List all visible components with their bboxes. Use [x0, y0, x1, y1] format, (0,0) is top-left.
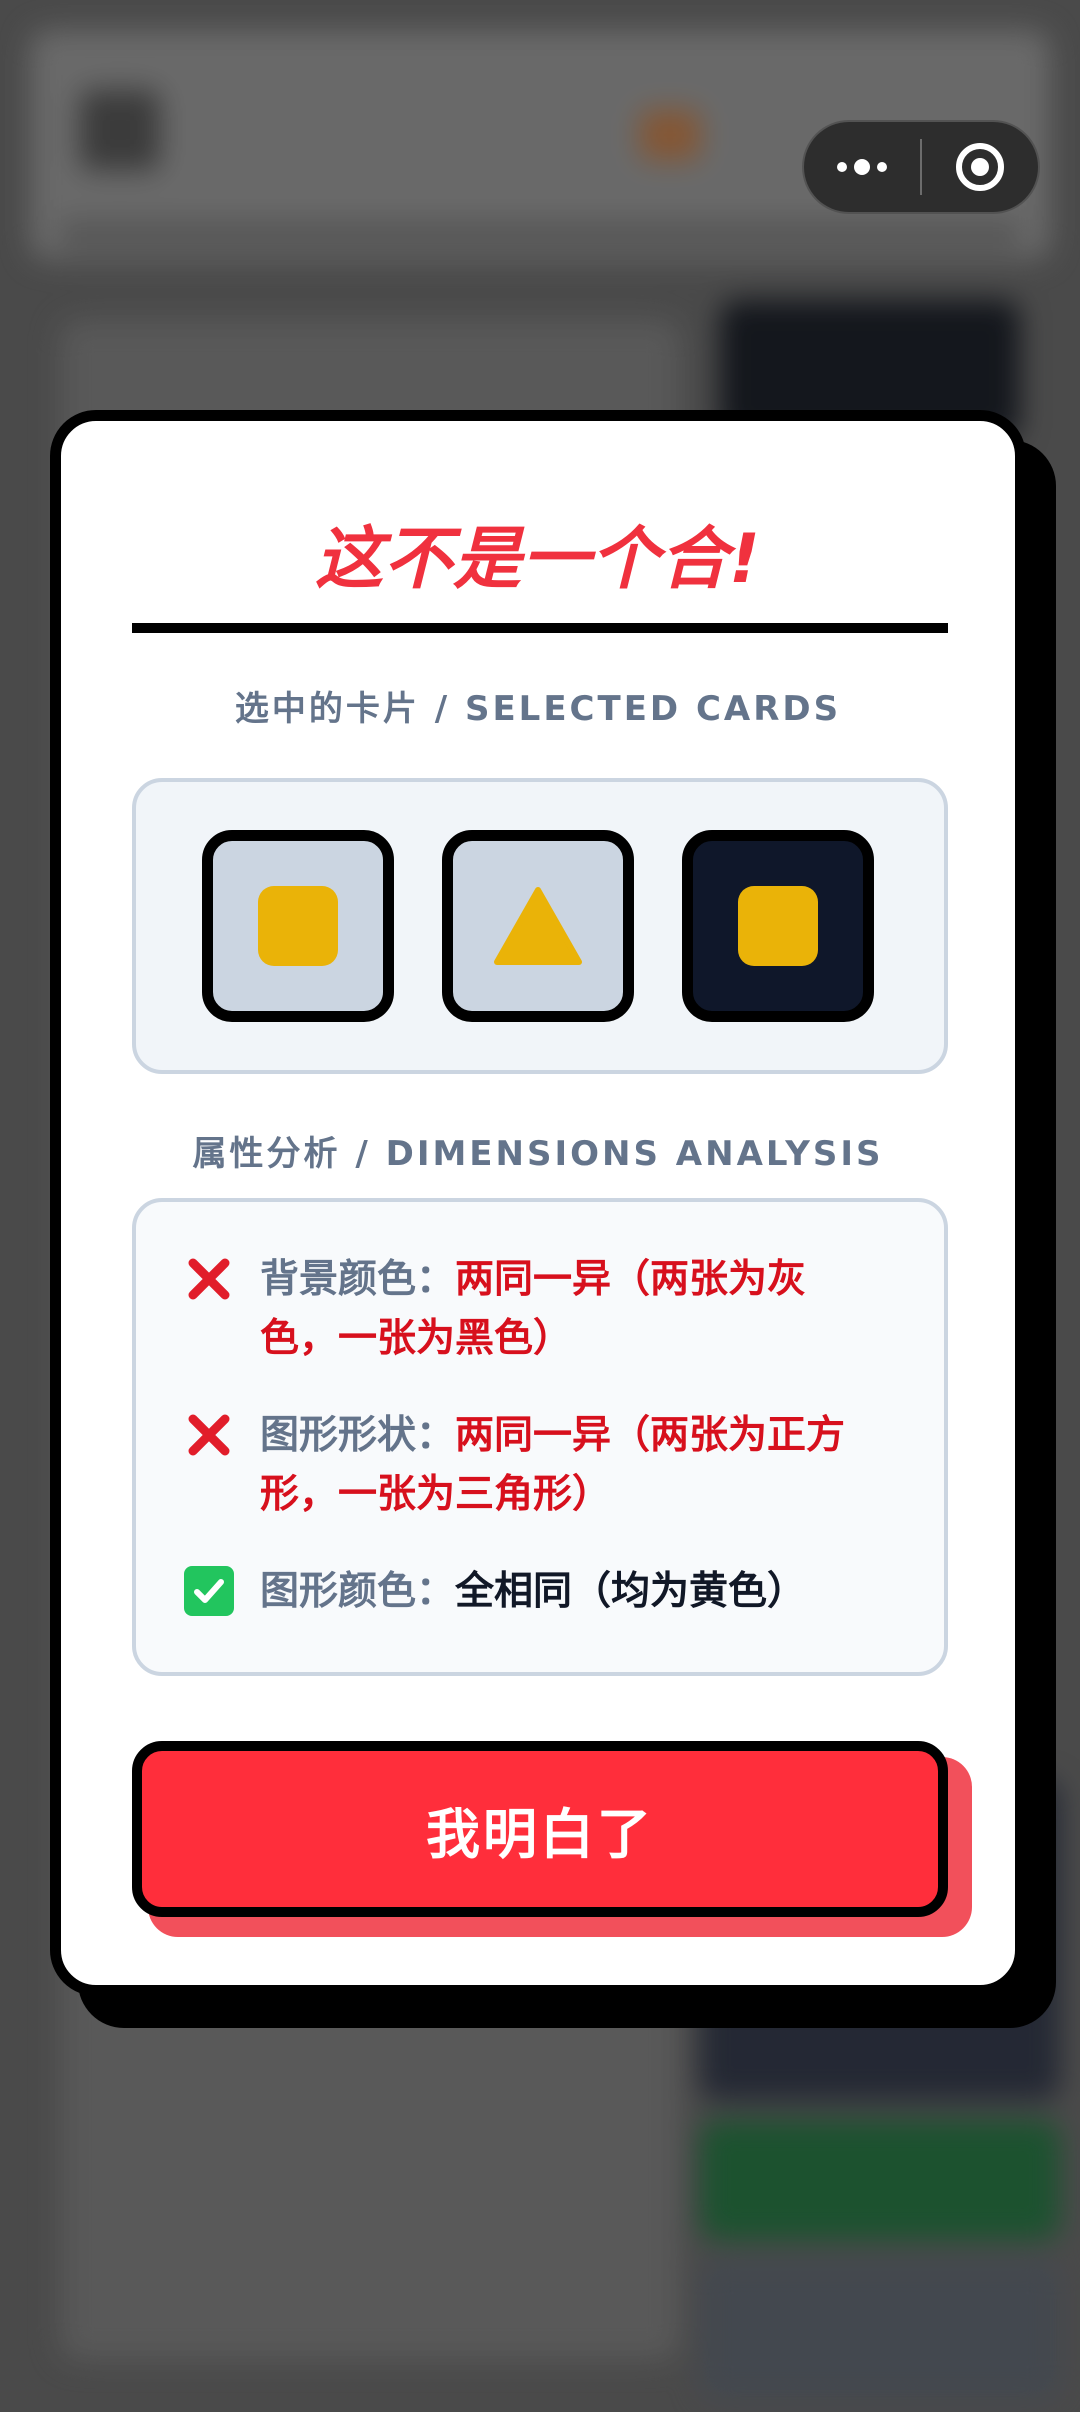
modal-title: 这不是一个合!	[314, 520, 761, 599]
target-close-icon[interactable]	[922, 143, 1038, 191]
card-1	[202, 830, 394, 1022]
check-icon	[184, 1566, 234, 1616]
dot	[837, 162, 847, 172]
analysis-value-cont: 色，一张为黑色）	[260, 1316, 573, 1361]
analysis-row-color: 图形颜色：全相同（均为黄色）	[184, 1562, 904, 1621]
analysis-row-background: 背景颜色：两同一异（两张为灰 色，一张为黑色）	[184, 1250, 904, 1368]
analysis-row-shape: 图形形状：两同一异（两张为正方 形，一张为三角形）	[184, 1406, 904, 1524]
analysis-panel: 背景颜色：两同一异（两张为灰 色，一张为黑色） 图形形状：两同一异（两张为正方 …	[132, 1198, 948, 1676]
result-modal: 这不是一个合! 选中的卡片 / SELECTED CARDS 属性分析 / DI…	[50, 410, 1026, 1996]
selected-cards-panel	[132, 778, 948, 1074]
ring-core	[971, 158, 989, 176]
analysis-value: 两同一异（两张为正方	[455, 1413, 846, 1458]
capsule-menu	[802, 120, 1040, 214]
square-shape	[258, 886, 338, 966]
title-divider	[132, 623, 948, 633]
ring	[956, 143, 1004, 191]
card-3	[682, 830, 874, 1022]
analysis-value: 全相同（均为黄色）	[455, 1569, 807, 1614]
square-shape	[738, 886, 818, 966]
analysis-key: 图形颜色：	[260, 1569, 456, 1614]
confirm-button[interactable]: 我明白了	[132, 1741, 948, 1917]
analysis-text: 图形形状：两同一异（两张为正方 形，一张为三角形）	[260, 1406, 845, 1524]
card-2	[442, 830, 634, 1022]
analysis-label: 属性分析 / DIMENSIONS ANALYSIS	[192, 1134, 884, 1174]
analysis-value: 两同一异（两张为灰	[455, 1257, 807, 1302]
cross-icon	[188, 1414, 230, 1456]
more-dots-icon[interactable]	[804, 122, 920, 212]
analysis-text: 背景颜色：两同一异（两张为灰 色，一张为黑色）	[260, 1250, 806, 1368]
cross-icon	[188, 1258, 230, 1300]
analysis-text: 图形颜色：全相同（均为黄色）	[260, 1562, 806, 1621]
analysis-key: 图形形状：	[260, 1413, 456, 1458]
triangle-shape	[494, 887, 582, 965]
analysis-key: 背景颜色：	[260, 1257, 456, 1302]
dot	[877, 162, 887, 172]
selected-cards-label: 选中的卡片 / SELECTED CARDS	[234, 689, 842, 729]
analysis-value-cont: 形，一张为三角形）	[260, 1472, 612, 1517]
dot	[854, 159, 870, 175]
